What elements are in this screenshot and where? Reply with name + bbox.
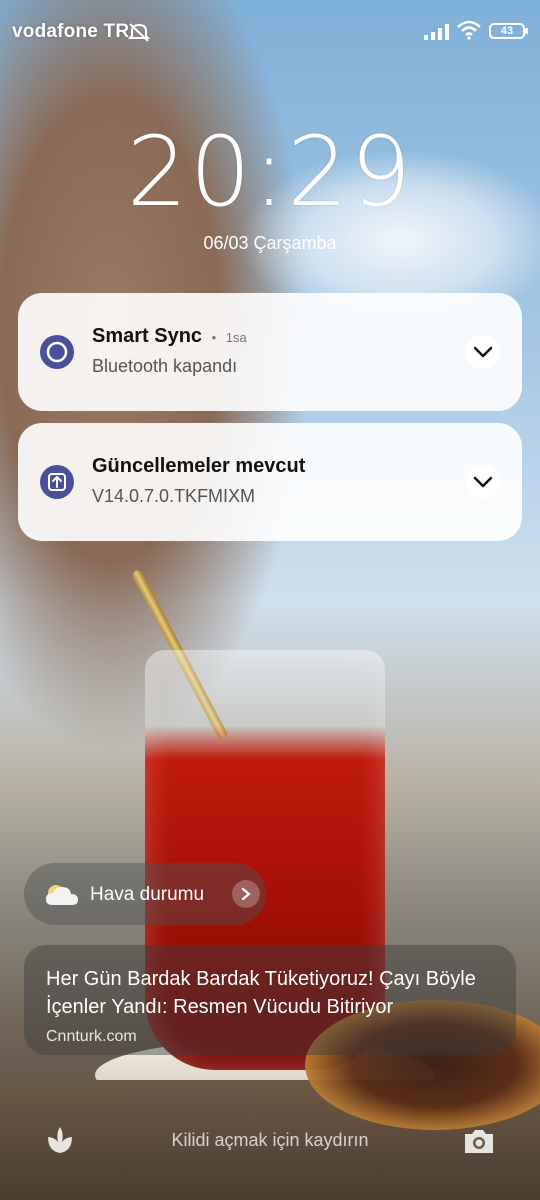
lockscreen-clock: 20:29 <box>126 116 414 228</box>
news-source: Cnnturk.com <box>46 1028 137 1045</box>
expand-notification-button[interactable] <box>466 335 500 369</box>
unlock-hint: Kilidi açmak için kaydırın <box>171 1130 369 1150</box>
notification-title: Güncellemeler mevcut <box>92 455 306 477</box>
notification-title: Smart Sync • 1sa <box>92 325 247 348</box>
wifi-icon <box>457 20 481 40</box>
mute-icon <box>128 23 150 42</box>
notification-time: 1sa <box>225 330 247 345</box>
signal-icon <box>424 24 449 40</box>
camera-icon[interactable] <box>462 1126 496 1156</box>
status-bar: vodafone TR 43 <box>0 0 540 62</box>
lockscreen-date: 06/03 Çarşamba <box>203 233 337 253</box>
weather-open-button[interactable] <box>232 880 260 908</box>
cloud-icon <box>46 885 78 905</box>
notification-updates[interactable]: Güncellemeler mevcut V14.0.7.0.TKFMIXM <box>18 423 522 541</box>
update-icon <box>40 465 74 499</box>
chevron-right-icon <box>241 887 251 901</box>
notification-body: V14.0.7.0.TKFMIXM <box>92 486 256 506</box>
news-headline: Her Gün Bardak Bardak Tüketiyoruz! Çayı … <box>46 968 476 1018</box>
carrier-name: vodafone TR <box>12 21 130 42</box>
smart-sync-icon <box>40 335 74 369</box>
notification-app-name: Smart Sync <box>92 325 203 347</box>
weather-widget[interactable]: Hava durumu <box>24 863 266 925</box>
chevron-down-icon <box>473 476 493 488</box>
news-card[interactable]: Her Gün Bardak Bardak Tüketiyoruz! Çayı … <box>24 945 516 1055</box>
battery-level: 43 <box>500 25 514 37</box>
notification-dot: • <box>211 330 217 345</box>
notification-body: Bluetooth kapandı <box>92 356 238 376</box>
weather-label: Hava durumu <box>90 884 205 905</box>
battery-icon: 43 <box>489 23 528 39</box>
expand-notification-button[interactable] <box>466 465 500 499</box>
chevron-down-icon <box>473 346 493 358</box>
notification-smart-sync[interactable]: Smart Sync • 1sa Bluetooth kapandı <box>18 293 522 411</box>
